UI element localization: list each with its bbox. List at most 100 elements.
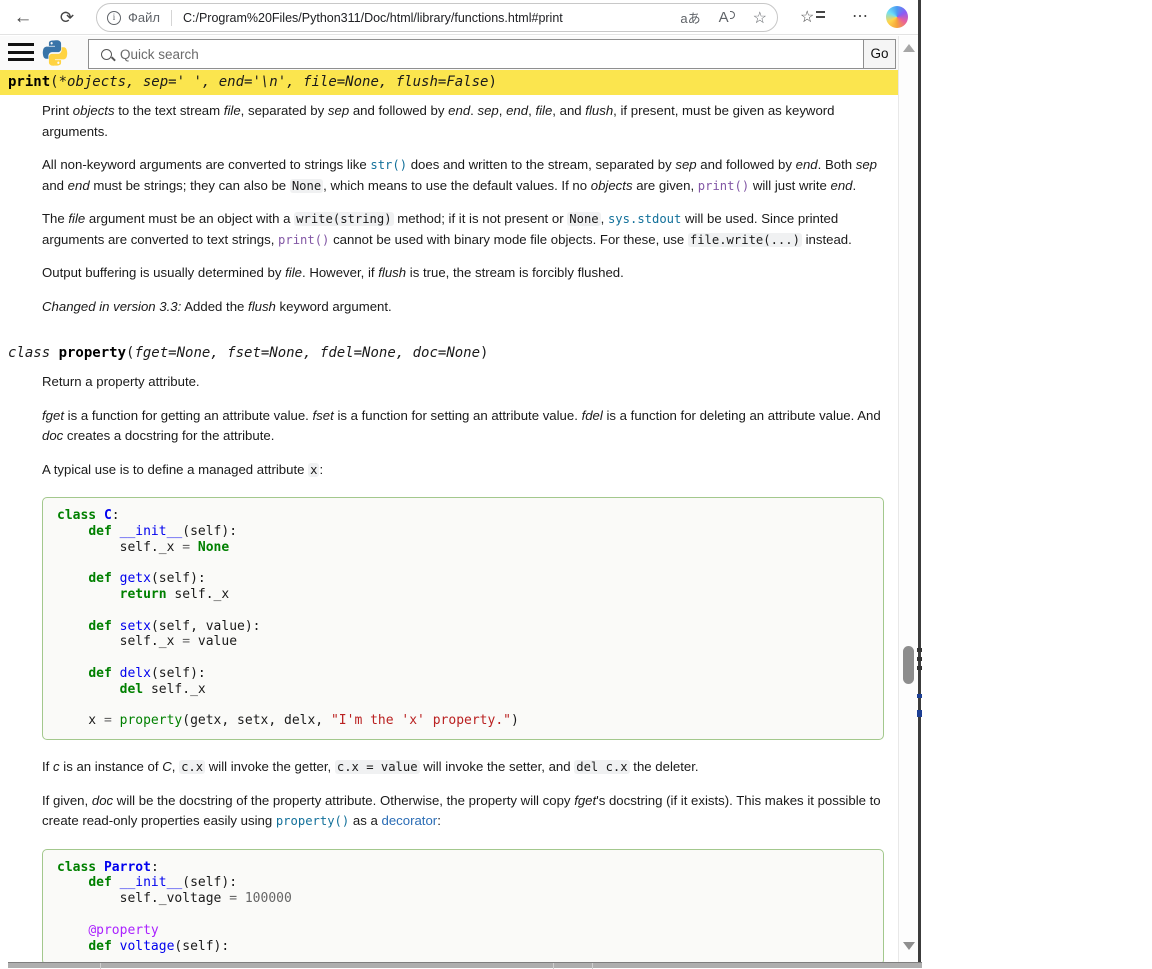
text-segment: Output buffering is usually determined b… [42, 265, 285, 280]
taskbar-separator [553, 963, 554, 969]
property-description: Return a property attribute. fget is a f… [42, 372, 884, 962]
paragraph: Output buffering is usually determined b… [42, 263, 884, 284]
doc-link[interactable]: property() [276, 814, 349, 828]
text-segment: sep [856, 157, 877, 172]
address-bar[interactable]: i Файл C:/Program%20Files/Python311/Doc/… [96, 3, 778, 32]
scrollbar-thumb[interactable] [903, 646, 914, 684]
property-signature: class property(fget=None, fset=None, fde… [0, 341, 898, 366]
scroll-down-icon[interactable] [903, 942, 915, 950]
text-segment: fget=None, fset=None, fdel=None, doc=Non… [134, 345, 480, 361]
window-edge [918, 0, 921, 962]
search-input[interactable] [120, 47, 863, 62]
text-segment: file [224, 103, 241, 118]
doc-header: Go [0, 36, 898, 70]
page-info-icon[interactable]: i [107, 11, 121, 25]
doc-link[interactable]: print() [278, 233, 329, 247]
code-line [57, 907, 869, 923]
read-aloud-letter: A [719, 9, 729, 26]
menu-icon[interactable] [8, 43, 34, 63]
code-example-class-c: class C: def __init__(self): self._x = N… [42, 497, 884, 740]
code-token: value [190, 634, 237, 649]
paragraph: If given, doc will be the docstring of t… [42, 791, 884, 832]
settings-more-icon[interactable]: ⋯ [848, 4, 872, 30]
text-segment: All non-keyword arguments are converted … [42, 157, 370, 172]
taskbar-edge [8, 962, 922, 968]
url-scheme-label: Файл [128, 10, 160, 25]
taskbar-separator [592, 963, 593, 969]
code-line: def __init__(self): [57, 875, 869, 891]
text-segment: end [796, 157, 818, 172]
code-token [57, 698, 65, 713]
quick-search-box[interactable] [88, 39, 864, 69]
text-segment: ) [488, 74, 496, 90]
back-icon[interactable]: ← [8, 3, 38, 32]
text-segment: C [162, 759, 172, 774]
code-token [190, 540, 198, 555]
doc-link[interactable]: str() [370, 158, 407, 172]
code-token: return [120, 587, 175, 602]
code-line: def setx(self, value): [57, 619, 869, 635]
doc-link[interactable]: sys.stdout [608, 212, 681, 226]
code-token: : [151, 860, 159, 875]
code-line: self._x = None [57, 540, 869, 556]
code-token [57, 923, 88, 938]
code-token: delx [120, 666, 151, 681]
code-token: self._x [151, 682, 206, 697]
text-segment: must be strings; they can also be [90, 178, 290, 193]
code-token: self._x [57, 634, 182, 649]
copilot-icon[interactable] [886, 6, 908, 28]
translate-icon[interactable]: aあ [680, 8, 700, 27]
text-segment: keyword argument. [276, 299, 392, 314]
text-segment: objects [73, 103, 115, 118]
text-segment: fget [42, 408, 64, 423]
doc-link[interactable]: print() [698, 179, 749, 193]
vertical-scrollbar[interactable] [898, 36, 918, 962]
refresh-icon[interactable]: ⟳ [52, 3, 82, 32]
text-segment: write(string) [294, 212, 393, 226]
code-token: (self): [151, 666, 206, 681]
favorite-star-icon[interactable]: ☆ [753, 8, 767, 28]
search-go-button[interactable]: Go [863, 39, 896, 69]
text-segment: If [42, 759, 53, 774]
text-segment: c.x = value [335, 760, 420, 774]
doc-link[interactable]: decorator [381, 813, 437, 828]
text-segment: None [290, 179, 323, 193]
text-segment: doc [92, 793, 113, 808]
text-segment: cannot be used with binary mode file obj… [329, 232, 687, 247]
code-token: (self, value): [151, 619, 261, 634]
text-segment: is a function for getting an attribute v… [64, 408, 313, 423]
code-token: __init__ [120, 524, 183, 539]
code-token: self._x [57, 540, 182, 555]
text-segment: None [567, 212, 600, 226]
text-segment: argument must be an object with a [85, 211, 294, 226]
text-segment: instead. [802, 232, 852, 247]
code-token: (getx, setx, delx, [182, 713, 331, 728]
text-segment: objects [591, 178, 633, 193]
text-segment: file [285, 265, 302, 280]
python-logo-icon[interactable] [42, 40, 68, 66]
text-segment: will be the docstring of the property at… [113, 793, 574, 808]
taskbar-separator [100, 963, 101, 969]
text-segment: as a [349, 813, 381, 828]
text-segment: print [8, 74, 50, 90]
read-aloud-icon[interactable]: A [719, 9, 735, 26]
scroll-up-icon[interactable] [903, 44, 915, 52]
text-segment: end [448, 103, 470, 118]
text-segment: del c.x [574, 760, 629, 774]
code-line: self._x = value [57, 634, 869, 650]
text-segment: : [319, 462, 323, 477]
code-line: return self._x [57, 587, 869, 603]
text-segment: flush [585, 103, 613, 118]
code-token: x [57, 713, 104, 728]
code-token: def [88, 939, 119, 954]
code-token: del [120, 682, 151, 697]
code-token: class [57, 508, 104, 523]
text-segment: : [437, 813, 441, 828]
browser-window: ← ⟳ i Файл C:/Program%20Files/Python311/… [0, 0, 922, 968]
text-segment: . Both [818, 157, 856, 172]
text-segment: , [172, 759, 179, 774]
text-segment: flush [378, 265, 406, 280]
code-token: def [88, 619, 119, 634]
code-token [237, 891, 245, 906]
favorites-hub-icon[interactable]: ☆ [800, 6, 826, 30]
